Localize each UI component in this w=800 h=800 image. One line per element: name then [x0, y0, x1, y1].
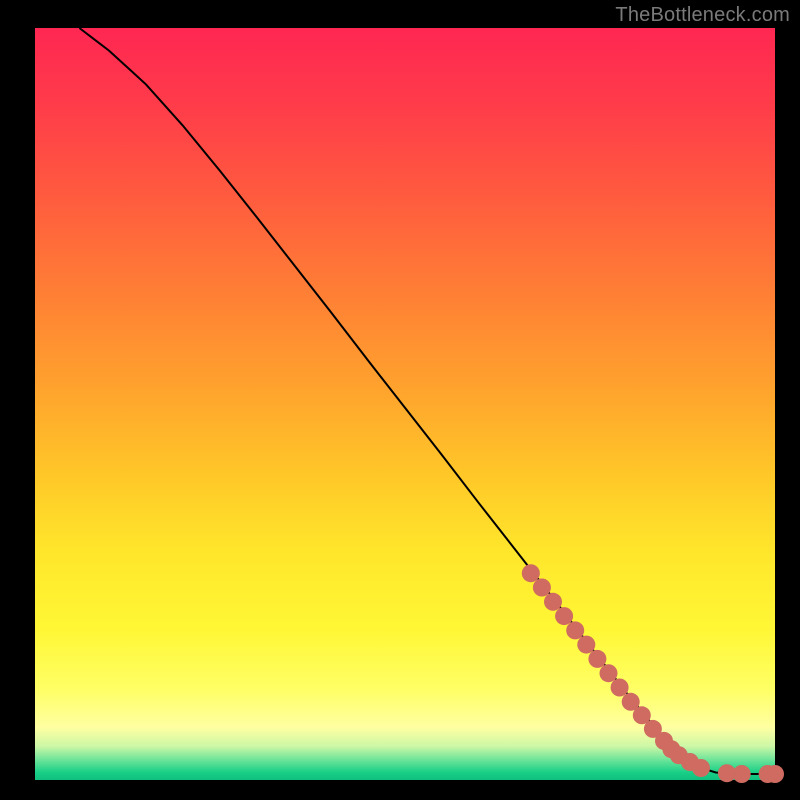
marker-point: [544, 593, 562, 611]
chart-frame: TheBottleneck.com: [0, 0, 800, 800]
marker-point: [566, 621, 584, 639]
plot-background: [35, 28, 775, 780]
marker-point: [588, 650, 606, 668]
attribution-text: TheBottleneck.com: [615, 4, 790, 27]
marker-point: [611, 679, 629, 697]
marker-point: [522, 564, 540, 582]
marker-point: [733, 765, 751, 783]
bottleneck-chart: [0, 0, 800, 800]
marker-point: [692, 759, 710, 777]
marker-point: [533, 579, 551, 597]
marker-point: [577, 636, 595, 654]
marker-point: [555, 607, 573, 625]
marker-point: [600, 664, 618, 682]
marker-point: [766, 765, 784, 783]
